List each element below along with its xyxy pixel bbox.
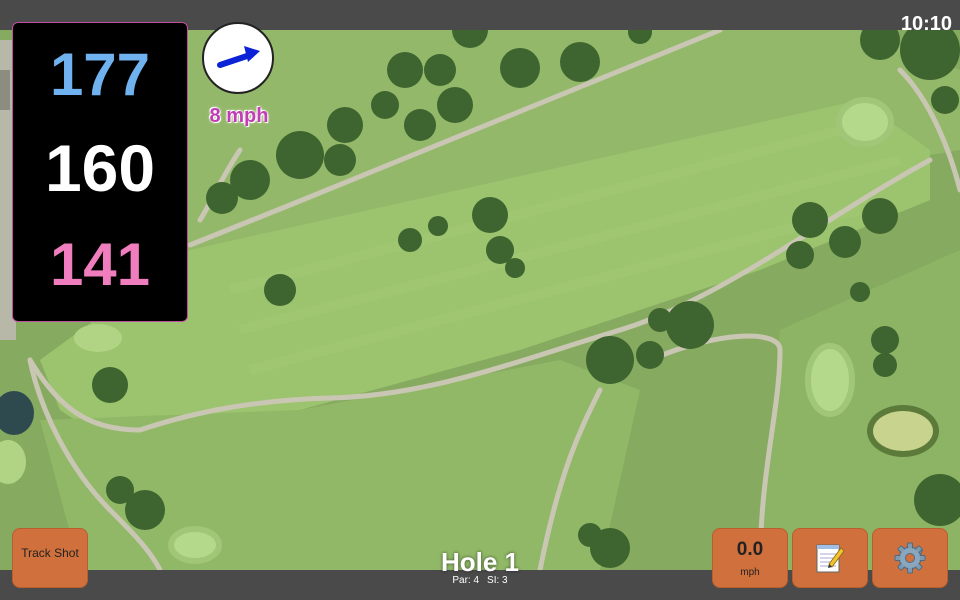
speed-unit: mph — [740, 567, 760, 578]
hole-par: Par: 4 — [452, 575, 480, 586]
middle-yardage: 160 — [44, 131, 156, 205]
yardage-panel: 177 160 141 — [12, 22, 188, 322]
hole-details: Par: 4 SI: 3 — [380, 575, 580, 587]
wind-arrow-icon — [217, 46, 260, 68]
gear-icon — [894, 542, 926, 574]
front-yardage: 141 — [49, 231, 151, 298]
settings-button[interactable] — [872, 528, 948, 588]
track-shot-button[interactable]: Track Shot — [12, 528, 88, 588]
clock: 10:10 — [900, 13, 952, 35]
speed-button[interactable]: 0.0 mph — [712, 528, 788, 588]
track-shot-label: Track Shot — [21, 546, 79, 560]
speed-value: 0.0 — [736, 539, 764, 560]
wind-indicator — [202, 22, 274, 94]
wind-speed-label: 8 mph — [209, 105, 269, 127]
notes-button[interactable] — [792, 528, 868, 588]
hole-info: Hole 1 Par: 4 SI: 3 — [380, 548, 580, 587]
notepad-icon — [816, 544, 845, 573]
hole-title: Hole 1 — [440, 547, 520, 577]
hole-stroke-index: SI: 3 — [487, 575, 508, 586]
back-yardage: 177 — [49, 41, 151, 108]
